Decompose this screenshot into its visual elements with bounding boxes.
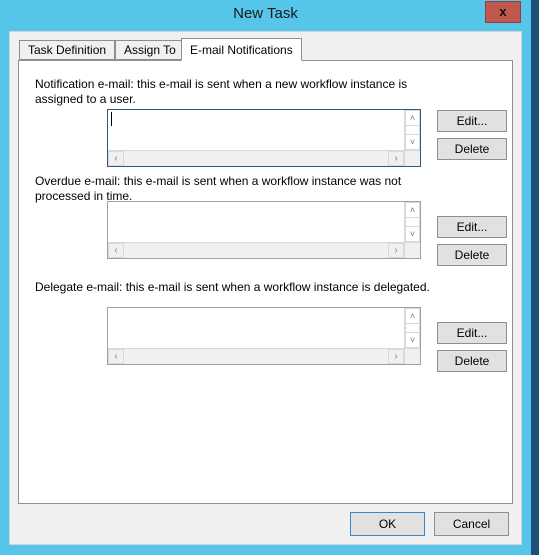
scroll-left-icon[interactable]: ‹ [108,151,124,166]
text-caret [111,112,112,126]
notification-vertical-scrollbar[interactable]: ˄ ˅ [404,110,420,150]
overdue-email-label: Overdue e-mail: this e-mail is sent when… [35,174,402,203]
overdue-vertical-scrollbar[interactable]: ˄ ˅ [404,202,420,242]
scroll-left-icon[interactable]: ‹ [108,349,124,364]
notification-delete-button[interactable]: Delete [437,138,507,160]
notification-horizontal-scrollbar[interactable]: ‹ › [108,150,404,166]
scroll-up-icon[interactable]: ˄ [405,202,420,218]
vertical-scroll-track[interactable] [405,218,420,226]
new-task-dialog: New Task x Task Definition Assign To E-m… [0,0,531,555]
scroll-left-icon[interactable]: ‹ [108,243,124,258]
delegate-horizontal-scrollbar[interactable]: ‹ › [108,348,404,364]
delegate-delete-button[interactable]: Delete [437,350,507,372]
notification-email-editor[interactable]: ˄ ˅ ‹ › [107,109,421,167]
overdue-horizontal-scrollbar[interactable]: ‹ › [108,242,404,258]
email-notifications-panel: Notification e-mail: this e-mail is sent… [18,60,513,504]
window-title: New Task [233,5,298,22]
scroll-down-icon[interactable]: ˅ [405,134,420,150]
notification-email-value [111,112,400,126]
delegate-email-editor[interactable]: ˄ ˅ ‹ › [107,307,421,365]
dialog-client-area: Task Definition Assign To E-mail Notific… [9,31,522,545]
tab-assign-to[interactable]: Assign To [115,40,185,60]
horizontal-scroll-track[interactable] [124,243,388,258]
overdue-edit-button[interactable]: Edit... [437,216,507,238]
tab-task-definition[interactable]: Task Definition [19,40,116,60]
scroll-down-icon[interactable]: ˅ [405,332,420,348]
horizontal-scroll-track[interactable] [124,349,388,364]
scroll-up-icon[interactable]: ˄ [405,308,420,324]
scrollbar-corner [404,150,420,166]
overdue-email-editor[interactable]: ˄ ˅ ‹ › [107,201,421,259]
horizontal-scroll-track[interactable] [124,151,388,166]
scrollbar-corner [404,242,420,258]
scroll-right-icon[interactable]: › [388,151,404,166]
scroll-down-icon[interactable]: ˅ [405,226,420,242]
dialog-footer: OK Cancel [10,504,521,544]
delegate-edit-button[interactable]: Edit... [437,322,507,344]
vertical-scroll-track[interactable] [405,126,420,134]
title-bar[interactable]: New Task x [0,0,531,30]
overdue-delete-button[interactable]: Delete [437,244,507,266]
notification-edit-button[interactable]: Edit... [437,110,507,132]
cancel-button[interactable]: Cancel [434,512,509,536]
notification-email-label: Notification e-mail: this e-mail is sent… [35,77,408,106]
ok-button[interactable]: OK [350,512,425,536]
vertical-scroll-track[interactable] [405,324,420,332]
tab-email-notifications[interactable]: E-mail Notifications [181,38,302,61]
scrollbar-corner [404,348,420,364]
delegate-email-label: Delegate e-mail: this e-mail is sent whe… [35,280,430,294]
scroll-up-icon[interactable]: ˄ [405,110,420,126]
scroll-right-icon[interactable]: › [388,349,404,364]
desktop-background-edge [531,0,539,555]
delegate-vertical-scrollbar[interactable]: ˄ ˅ [404,308,420,348]
scroll-right-icon[interactable]: › [388,243,404,258]
close-icon[interactable]: x [485,1,521,23]
